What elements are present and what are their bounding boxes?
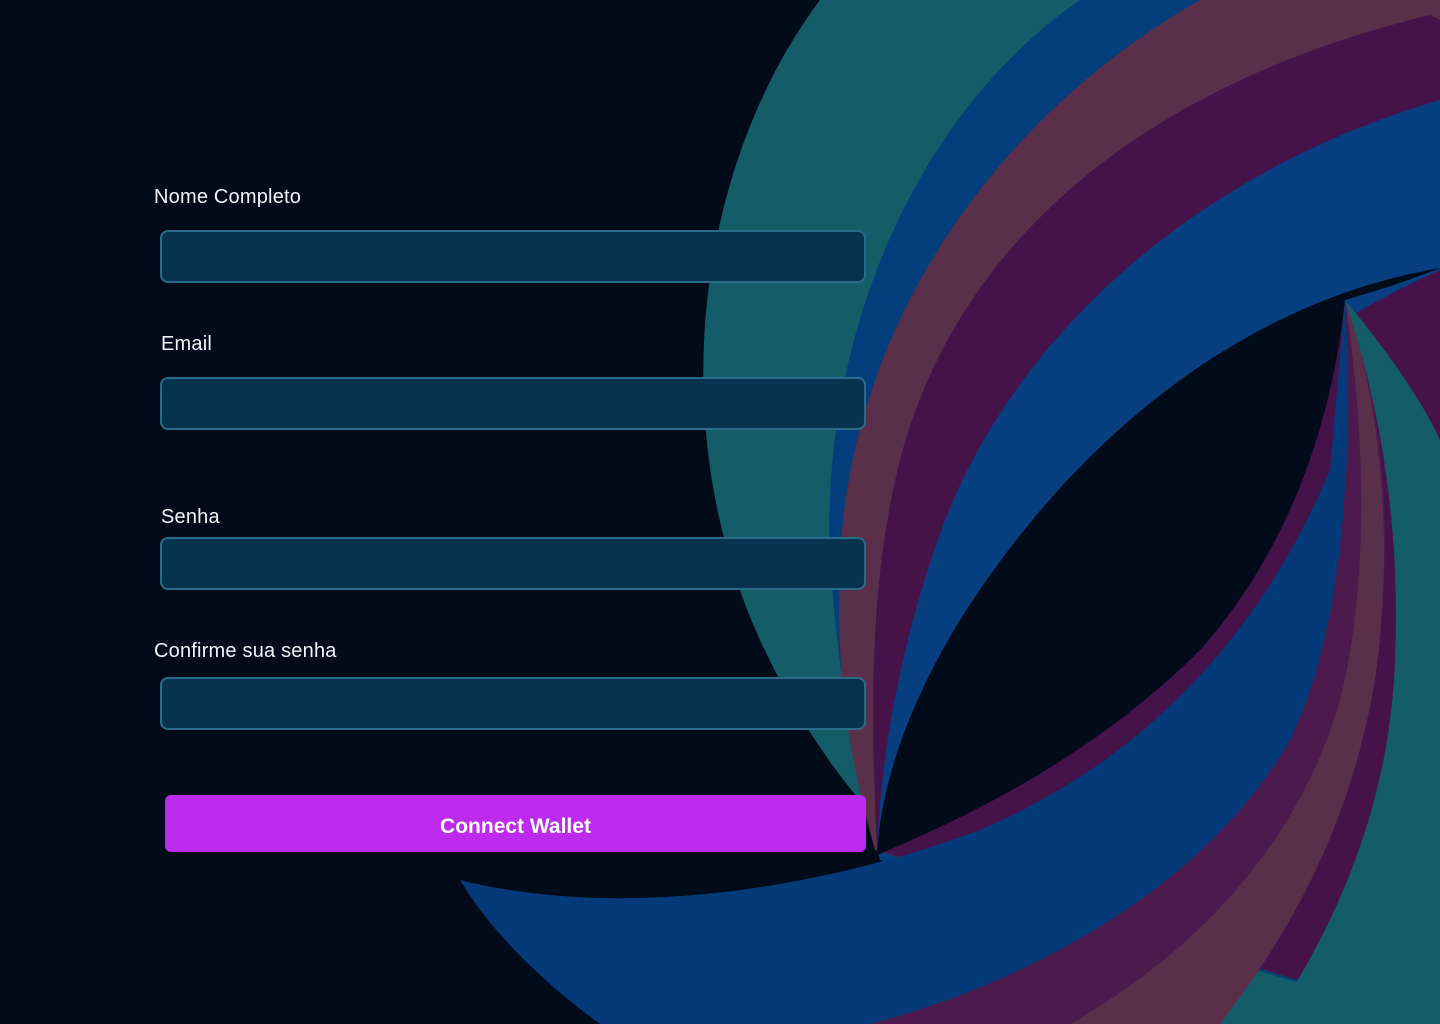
connect-wallet-button[interactable]: Connect Wallet xyxy=(165,795,866,852)
email-input[interactable] xyxy=(160,377,866,430)
password-input[interactable] xyxy=(160,537,866,590)
full-name-label: Nome Completo xyxy=(154,186,302,208)
full-name-input[interactable] xyxy=(160,230,866,283)
confirm-password-label: Confirme sua senha xyxy=(154,640,337,662)
email-label: Email xyxy=(161,333,213,355)
signup-page: Nome Completo Email Senha Confirme sua s… xyxy=(0,0,1440,1024)
confirm-password-input[interactable] xyxy=(160,677,866,730)
password-label: Senha xyxy=(161,506,220,528)
